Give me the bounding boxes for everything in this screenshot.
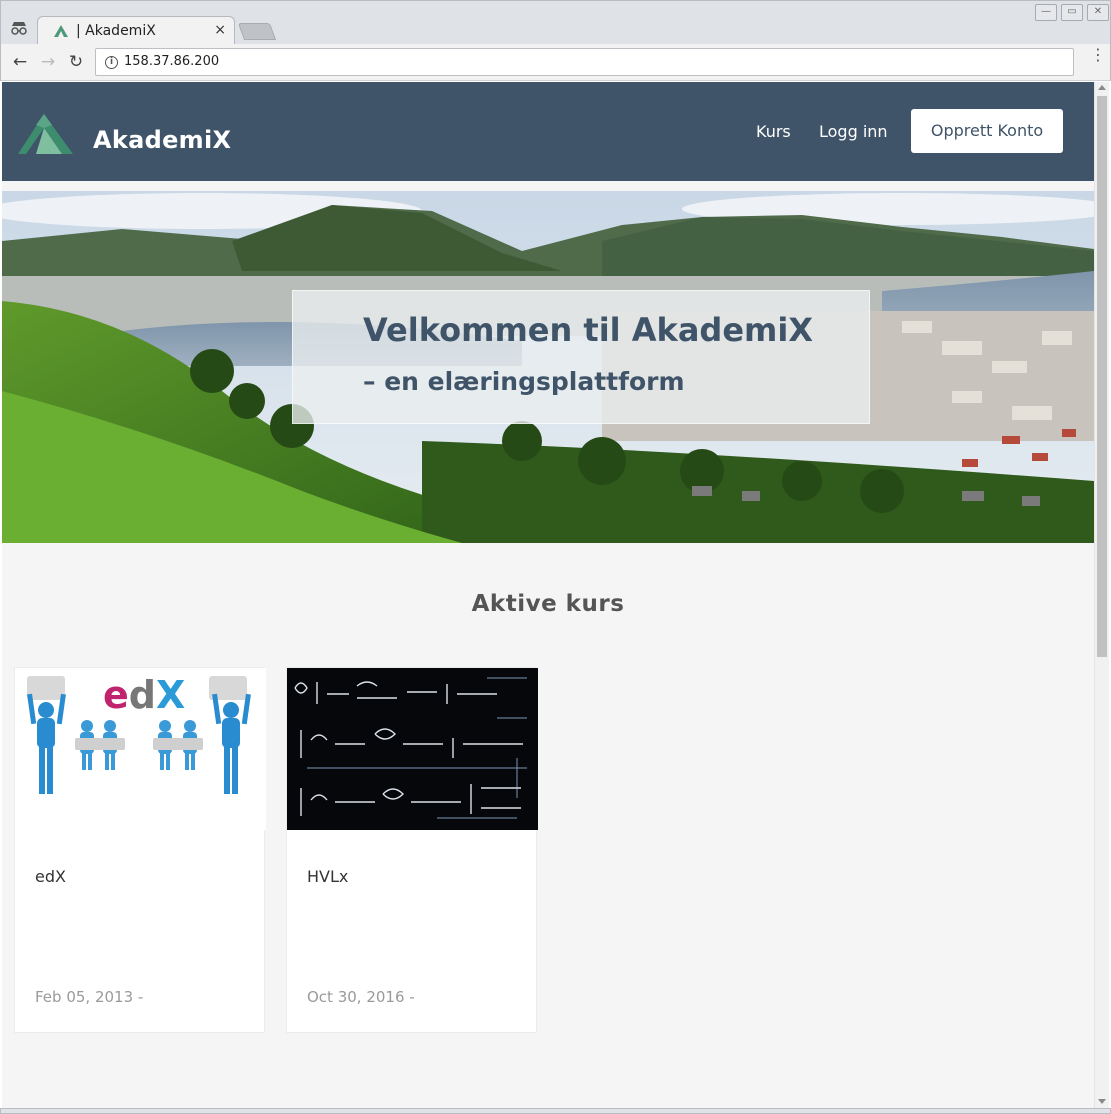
logo-mark-icon [18,114,73,154]
course-card-edx[interactable]: edX edX Feb 05, 2013 - [14,667,266,1033]
tab-close-icon[interactable]: × [214,22,226,38]
window-bottom-edge [0,1108,1111,1114]
address-bar[interactable]: i 158.37.86.200 [95,48,1074,76]
new-tab-button[interactable] [237,23,277,40]
hero-subtitle: – en elæringsplattform [363,367,685,396]
nav-login-link[interactable]: Logg inn [819,122,888,141]
course-image-hvlx [287,668,538,830]
tab-title: | AkademiX [76,23,156,39]
edx-logo-text: edX [103,673,185,717]
browser-tabstrip: | AkademiX × — ▭ ✕ [0,0,1111,46]
site-info-icon[interactable]: i [105,56,118,69]
minimize-button[interactable]: — [1035,4,1057,21]
nav-kurs-link[interactable]: Kurs [756,122,791,141]
hero-title: Velkommen til AkademiX [363,311,814,349]
course-date: Oct 30, 2016 - [307,988,415,1006]
reload-button[interactable]: ↻ [65,52,87,72]
browser-menu-icon[interactable]: ⋮ [1090,47,1106,63]
logo-text: AkademiX [93,126,232,154]
browser-toolbar: ← → ↻ i 158.37.86.200 ⋮ [0,44,1111,81]
active-courses-heading: Aktive kurs [471,591,625,617]
hero-welcome-box: Velkommen til AkademiX – en elæringsplat… [292,290,870,424]
page-viewport: AkademiX Kurs Logg inn Opprett Konto Vel… [2,82,1094,1108]
incognito-icon [11,22,27,35]
math-formulas-image [287,668,538,830]
course-card-hvlx[interactable]: HVLx Oct 30, 2016 - [286,667,538,1033]
edx-teamwork-image: edX [15,668,266,830]
course-name[interactable]: HVLx [307,867,348,886]
course-name[interactable]: edX [35,867,66,886]
site-header: AkademiX Kurs Logg inn Opprett Konto [2,82,1094,181]
site-logo[interactable]: AkademiX [18,109,232,159]
scrollbar-thumb[interactable] [1097,96,1107,657]
akademix-favicon-icon [54,25,68,37]
close-window-button[interactable]: ✕ [1087,4,1109,21]
scroll-up-arrow-icon[interactable] [1098,85,1106,90]
hero-banner: Velkommen til AkademiX – en elæringsplat… [2,191,1094,543]
course-image-edx: edX [15,668,266,830]
course-date: Feb 05, 2013 - [35,988,144,1006]
browser-tab-active[interactable]: | AkademiX × [37,16,235,46]
forward-button[interactable]: → [37,52,59,72]
url-text: 158.37.86.200 [124,54,220,69]
create-account-button[interactable]: Opprett Konto [911,109,1063,153]
maximize-button[interactable]: ▭ [1061,4,1083,21]
back-button[interactable]: ← [9,52,31,72]
vertical-scrollbar[interactable] [1094,82,1109,1108]
scroll-down-arrow-icon[interactable] [1098,1099,1106,1104]
